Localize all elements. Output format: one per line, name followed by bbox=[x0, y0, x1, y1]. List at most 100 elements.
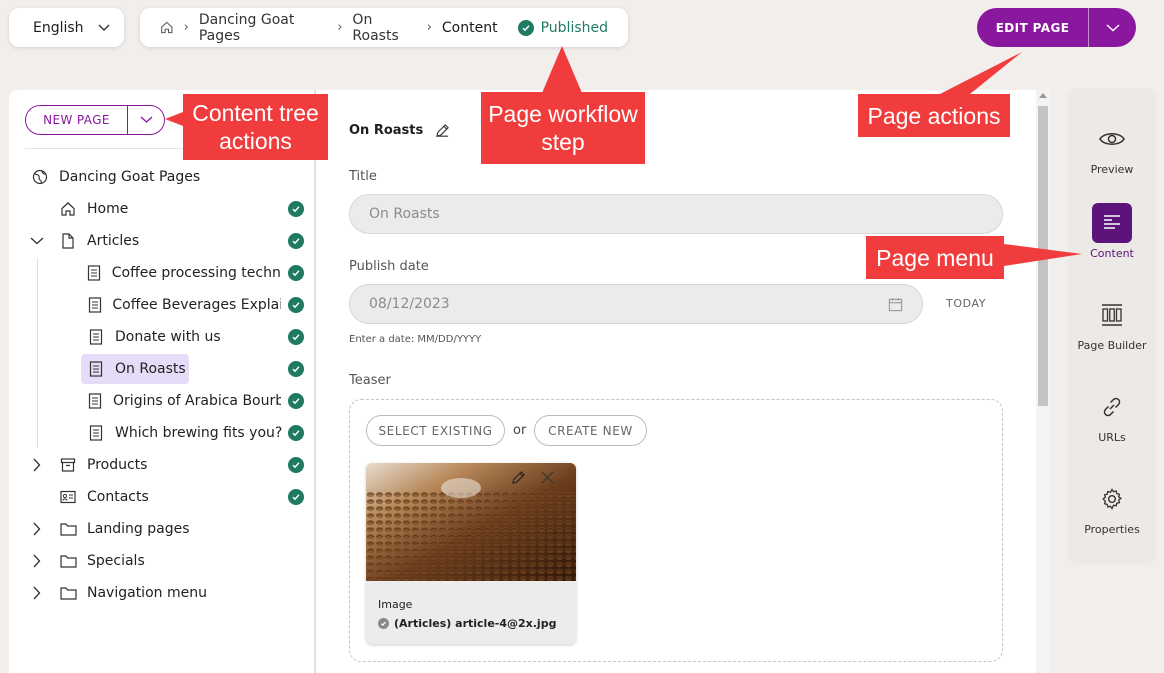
breadcrumb-item-current: Content bbox=[441, 19, 498, 36]
pencil-icon[interactable] bbox=[511, 470, 526, 485]
chevron-right-icon[interactable] bbox=[29, 553, 45, 569]
pencil-icon[interactable] bbox=[435, 123, 450, 138]
close-icon[interactable] bbox=[540, 470, 555, 485]
rail-item-page-builder[interactable]: Page Builder bbox=[1068, 295, 1156, 352]
published-check-icon bbox=[288, 233, 304, 249]
chevron-down-icon bbox=[98, 24, 110, 31]
rail-label: URLs bbox=[1098, 431, 1126, 444]
tree-node-label: Dancing Goat Pages bbox=[59, 169, 201, 185]
page-actions-dropdown[interactable] bbox=[1088, 8, 1136, 47]
page-icon bbox=[59, 232, 77, 250]
folder-icon bbox=[59, 584, 77, 602]
card-actions bbox=[511, 470, 555, 485]
chevron-right-icon[interactable] bbox=[29, 521, 45, 537]
publish-date-label: Publish date bbox=[349, 259, 429, 274]
edit-page-label[interactable]: EDIT PAGE bbox=[977, 8, 1088, 47]
article-icon bbox=[87, 328, 105, 346]
create-new-button[interactable]: CREATE NEW bbox=[534, 415, 647, 446]
tree-node-article[interactable]: Origins of Arabica Bourbon bbox=[87, 386, 281, 416]
tree-node-root[interactable]: Dancing Goat Pages bbox=[31, 162, 200, 192]
chevron-down-icon bbox=[1106, 23, 1119, 31]
tree-node-specials[interactable]: Specials bbox=[59, 546, 145, 576]
published-check-icon bbox=[288, 425, 304, 441]
eye-icon bbox=[1092, 119, 1132, 159]
tree-node-label: Articles bbox=[87, 233, 140, 249]
tree-node-articles[interactable]: Articles bbox=[59, 226, 139, 256]
arrow-page-actions bbox=[940, 52, 1022, 94]
annotation-page-menu: Page menu bbox=[866, 236, 1004, 279]
article-icon bbox=[87, 296, 102, 314]
tree-node-label: Coffee Beverages Explained bbox=[112, 297, 281, 313]
rail-label: Properties bbox=[1084, 523, 1140, 536]
tree-node-label: Origins of Arabica Bourbon bbox=[113, 393, 281, 409]
rail-item-content[interactable]: Content bbox=[1068, 203, 1156, 260]
chevron-right-icon[interactable] bbox=[29, 457, 45, 473]
annotation-tree-actions: Content tree actions bbox=[183, 94, 328, 160]
rail-item-preview[interactable]: Preview bbox=[1068, 119, 1156, 176]
new-page-label[interactable]: NEW PAGE bbox=[26, 106, 127, 134]
rail-label: Content bbox=[1090, 247, 1134, 260]
tree-node-article[interactable]: Donate with us bbox=[87, 322, 221, 352]
tree-node-label: Products bbox=[87, 457, 148, 473]
language-selector[interactable]: English bbox=[9, 8, 124, 47]
page-title: On Roasts bbox=[349, 123, 450, 138]
tree-node-label: Contacts bbox=[87, 489, 149, 505]
tree-actions-dropdown[interactable] bbox=[127, 106, 164, 134]
contact-card-icon bbox=[59, 488, 77, 506]
tree-node-article[interactable]: Which brewing fits you? bbox=[87, 418, 282, 448]
check-icon bbox=[378, 618, 389, 629]
tree-node-article[interactable]: Coffee processing techniques bbox=[87, 258, 281, 288]
workflow-status-label: Published bbox=[540, 19, 608, 36]
home-icon[interactable] bbox=[160, 20, 174, 35]
language-label: English bbox=[33, 19, 84, 36]
tree-node-label: Navigation menu bbox=[87, 585, 207, 601]
article-icon bbox=[87, 264, 102, 282]
breadcrumb-separator: › bbox=[183, 20, 189, 35]
breadcrumb-item[interactable]: On Roasts bbox=[352, 12, 416, 44]
tree-node-label: Coffee processing techniques bbox=[111, 265, 281, 281]
breadcrumb-separator: › bbox=[426, 20, 432, 35]
publish-date-value: 08/12/2023 bbox=[369, 296, 450, 312]
arrow-workflow bbox=[542, 46, 582, 93]
today-button[interactable]: TODAY bbox=[946, 297, 986, 310]
asset-file: (Articles) article-4@2x.jpg bbox=[378, 617, 556, 630]
asset-card[interactable]: Image (Articles) article-4@2x.jpg bbox=[366, 463, 576, 644]
published-check-icon bbox=[288, 265, 304, 281]
publish-date-input[interactable]: 08/12/2023 bbox=[349, 284, 923, 324]
tree-node-article[interactable]: Coffee Beverages Explained bbox=[87, 290, 281, 320]
tree-node-home[interactable]: Home bbox=[59, 194, 128, 224]
folder-icon bbox=[59, 552, 77, 570]
tree-node-label: Specials bbox=[87, 553, 145, 569]
calendar-icon[interactable] bbox=[888, 297, 903, 312]
check-icon bbox=[517, 19, 534, 36]
chevron-right-icon[interactable] bbox=[29, 585, 45, 601]
tree-node-navigation-menu[interactable]: Navigation menu bbox=[59, 578, 207, 608]
edit-page-button[interactable]: EDIT PAGE bbox=[977, 8, 1136, 47]
published-check-icon bbox=[288, 393, 304, 409]
tree-node-article-selected[interactable]: On Roasts bbox=[87, 354, 186, 384]
published-check-icon bbox=[288, 489, 304, 505]
tree-node-products[interactable]: Products bbox=[59, 450, 147, 480]
breadcrumb: › Dancing Goat Pages › On Roasts › Conte… bbox=[140, 8, 628, 47]
tree-node-landing-pages[interactable]: Landing pages bbox=[59, 514, 190, 544]
breadcrumb-item[interactable]: Dancing Goat Pages bbox=[199, 12, 327, 44]
date-format-hint: Enter a date: MM/DD/YYYY bbox=[349, 334, 482, 345]
title-label: Title bbox=[349, 169, 377, 184]
annotation-workflow: Page workflow step bbox=[481, 92, 645, 164]
rail-item-properties[interactable]: Properties bbox=[1068, 479, 1156, 536]
published-check-icon bbox=[288, 457, 304, 473]
chevron-down-icon[interactable] bbox=[29, 233, 45, 249]
article-icon bbox=[87, 360, 105, 378]
title-input[interactable]: On Roasts bbox=[349, 194, 1003, 234]
scroll-up-arrow-icon[interactable] bbox=[1039, 93, 1047, 98]
published-check-icon bbox=[288, 297, 304, 313]
article-icon bbox=[87, 424, 105, 442]
select-existing-button[interactable]: SELECT EXISTING bbox=[366, 415, 505, 446]
tree-node-contacts[interactable]: Contacts bbox=[59, 482, 149, 512]
folder-icon bbox=[59, 520, 77, 538]
article-icon bbox=[87, 392, 103, 410]
rail-item-urls[interactable]: URLs bbox=[1068, 387, 1156, 444]
new-page-button[interactable]: NEW PAGE bbox=[25, 105, 165, 135]
page-builder-icon bbox=[1092, 295, 1132, 335]
scrollbar-thumb[interactable] bbox=[1038, 106, 1048, 406]
